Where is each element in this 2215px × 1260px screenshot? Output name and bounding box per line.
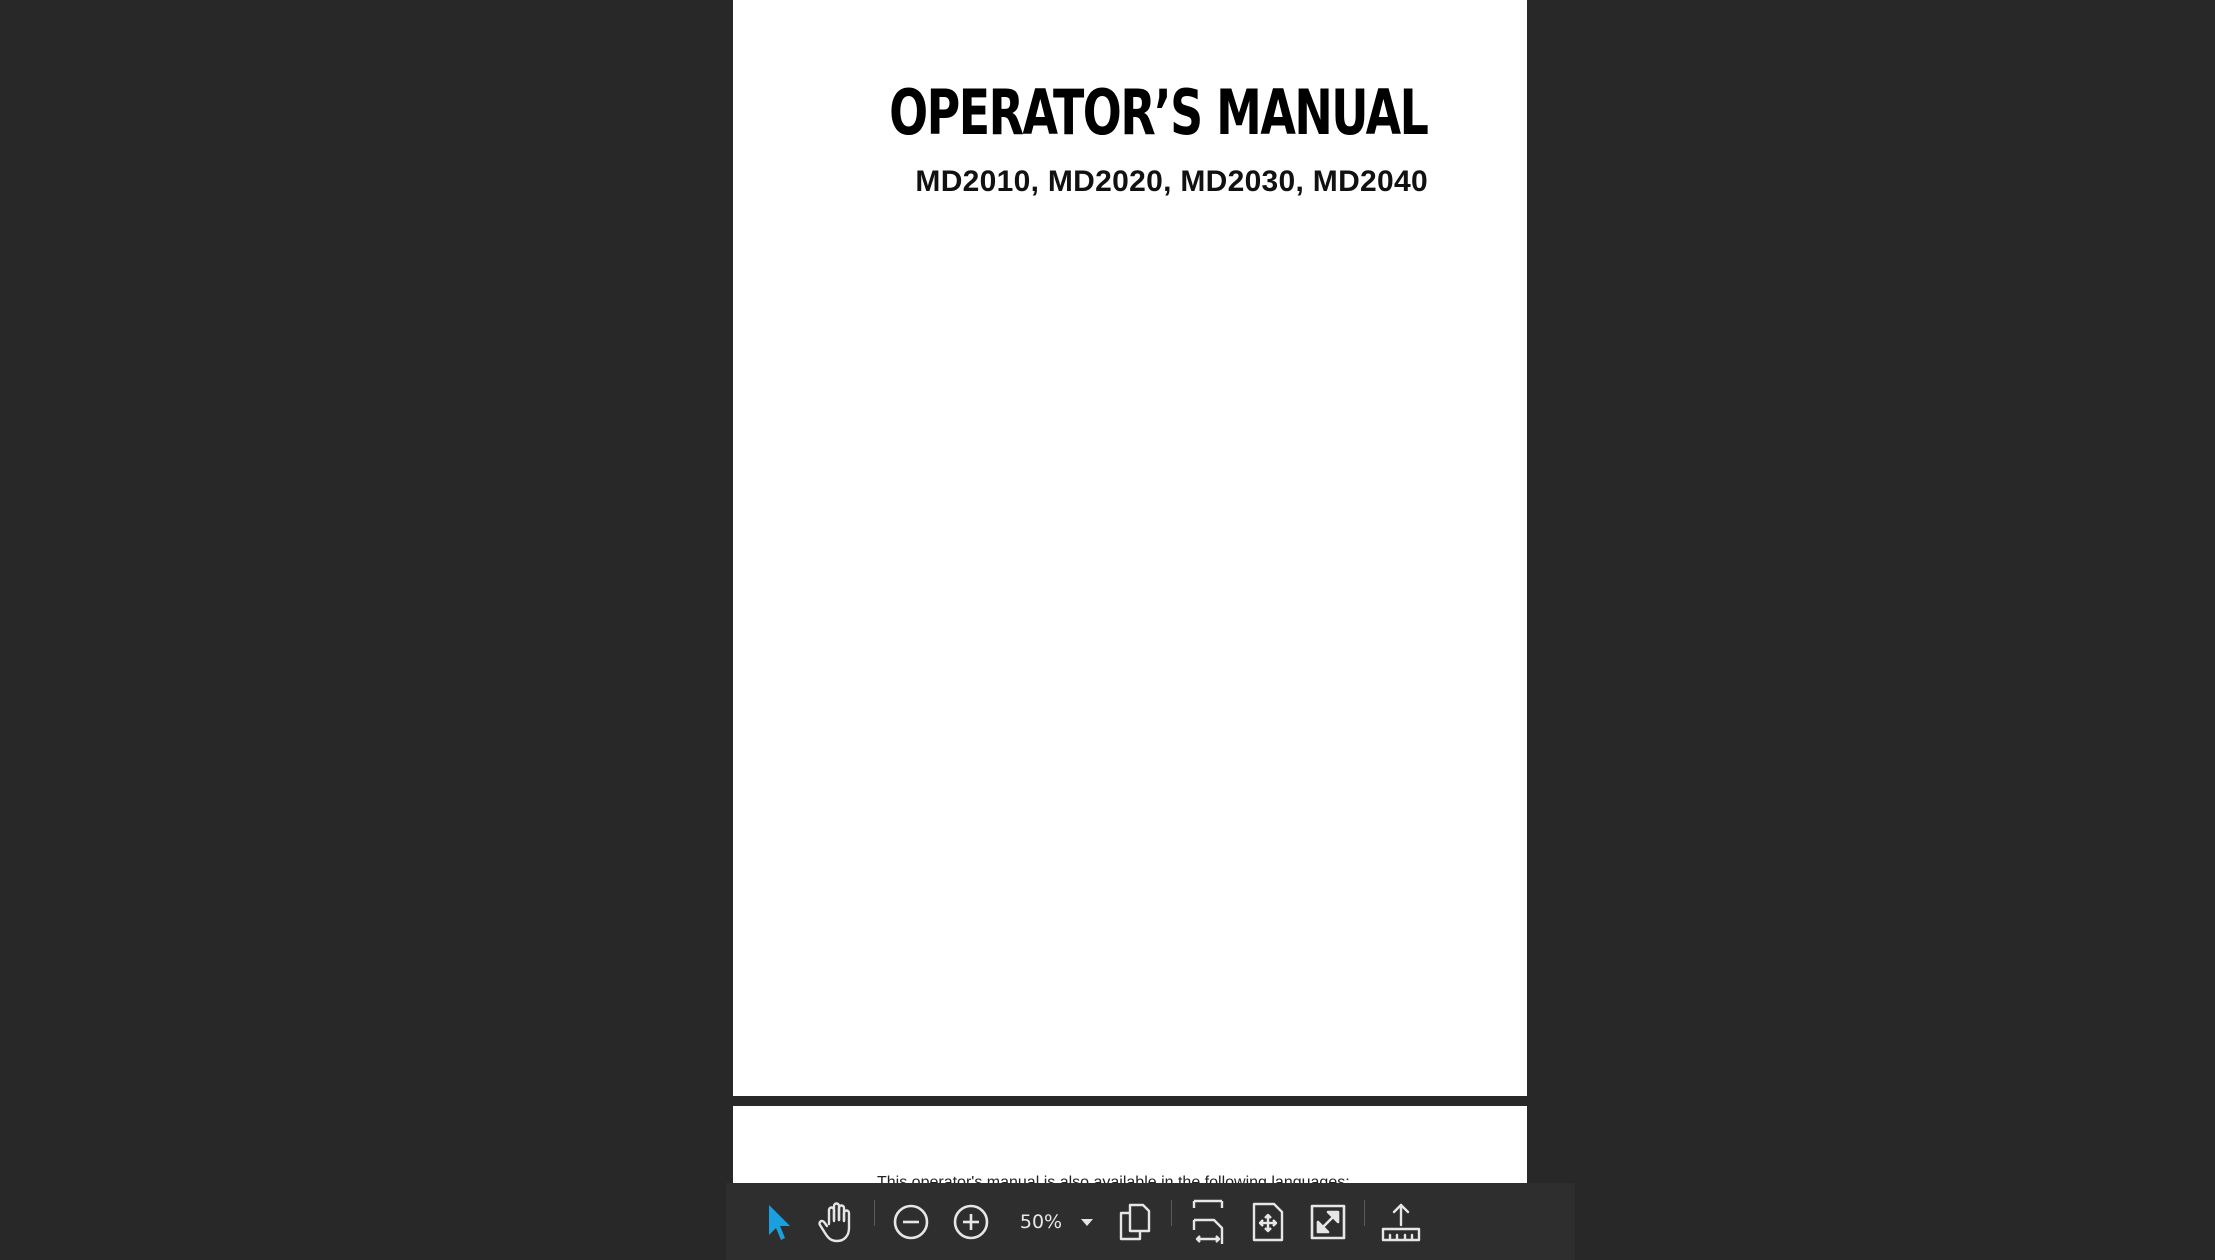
export-button[interactable]: [1371, 1192, 1431, 1252]
upload-icon: [1379, 1201, 1423, 1243]
zoom-out-button[interactable]: [881, 1192, 941, 1252]
plus-circle-icon: [951, 1202, 991, 1242]
expand-icon: [1308, 1202, 1348, 1242]
fit-page-button[interactable]: [1238, 1192, 1298, 1252]
document-title: OPERATOR’S MANUAL: [888, 76, 1429, 149]
pdf-viewer[interactable]: OPERATOR’S MANUAL MD2010, MD2020, MD2030…: [0, 0, 2215, 1260]
viewer-toolbar: 50%: [726, 1183, 1575, 1260]
toolbar-separator: [1171, 1199, 1172, 1226]
fit-width-button[interactable]: [1178, 1192, 1238, 1252]
minus-circle-icon: [891, 1202, 931, 1242]
pan-tool-button[interactable]: [808, 1192, 868, 1252]
page-view-button[interactable]: [1105, 1192, 1165, 1252]
zoom-selector[interactable]: 50%: [1009, 1196, 1101, 1248]
document-page-1: OPERATOR’S MANUAL MD2010, MD2020, MD2030…: [733, 0, 1527, 1096]
toolbar-separator: [1364, 1199, 1365, 1226]
hand-icon: [817, 1200, 859, 1244]
zoom-in-button[interactable]: [941, 1192, 1001, 1252]
fit-width-icon: [1188, 1198, 1228, 1246]
document-subtitle: MD2010, MD2020, MD2030, MD2040: [915, 165, 1428, 198]
fullscreen-button[interactable]: [1298, 1192, 1358, 1252]
chevron-down-icon[interactable]: [1073, 1202, 1101, 1242]
pages-icon: [1115, 1201, 1155, 1243]
fit-page-icon: [1248, 1201, 1288, 1243]
zoom-value[interactable]: 50%: [1009, 1211, 1073, 1233]
toolbar-separator: [874, 1199, 875, 1226]
arrow-cursor-icon: [763, 1202, 793, 1242]
select-tool-button[interactable]: [748, 1192, 808, 1252]
